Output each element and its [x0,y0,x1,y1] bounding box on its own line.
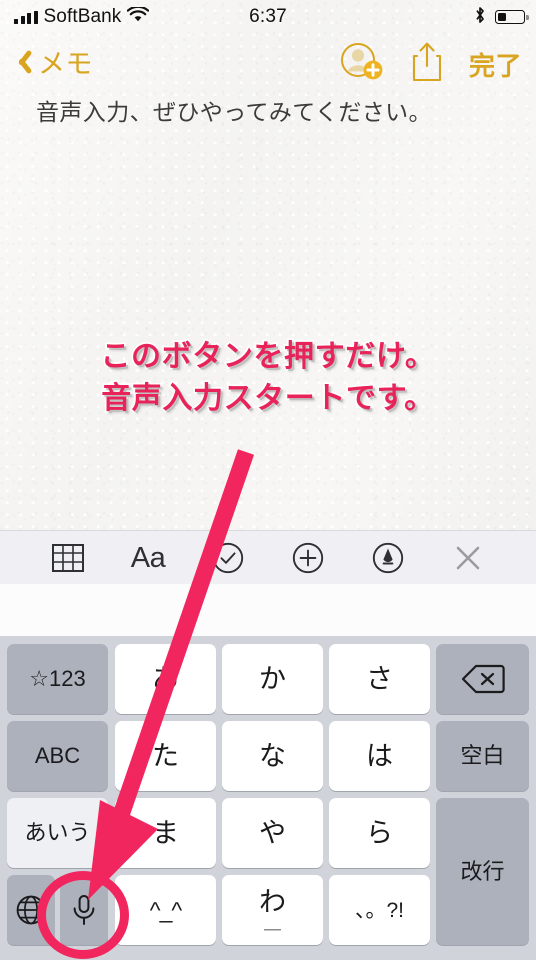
done-button[interactable]: 完了 [469,46,522,83]
key-ka[interactable]: か [222,644,323,714]
key-wa-stack: わ ＿ [259,887,286,932]
back-to-notes-button[interactable]: メモ [14,42,93,81]
note-body[interactable]: 音声入力、ぜひやってみてください。 [0,92,536,132]
navigation-bar: メモ 完了 [0,34,536,90]
key-ra[interactable]: ら [329,798,430,868]
key-space[interactable]: 空白 [436,721,529,791]
key-ta[interactable]: た [115,721,216,791]
key-kana-mode[interactable]: あいう [7,798,108,868]
key-abc[interactable]: ABC [7,721,108,791]
add-person-icon[interactable] [339,40,385,89]
chevron-left-icon [14,47,31,77]
status-bar-clock: 6:37 [249,6,287,27]
note-editor-toolbar: Aa [0,530,536,586]
status-bar: SoftBank 6:37 [0,0,536,34]
bluetooth-icon [474,6,486,29]
battery-icon [495,10,529,24]
add-attachment-icon[interactable] [285,535,331,581]
text-format-icon[interactable]: Aa [125,535,171,581]
key-na[interactable]: な [222,721,323,791]
markup-pen-icon[interactable] [365,535,411,581]
predictive-text-bar[interactable] [0,584,536,637]
key-delete[interactable] [436,644,529,714]
key-ma[interactable]: ま [115,798,216,868]
back-button-label: メモ [38,49,93,79]
share-icon[interactable] [411,41,443,88]
key-a[interactable]: あ [115,644,216,714]
table-icon[interactable] [45,535,91,581]
key-kaomoji[interactable]: ^_^ [115,875,216,945]
status-bar-right [474,6,529,29]
close-keyboard-icon[interactable] [445,535,491,581]
key-wa[interactable]: わ ＿ [222,875,323,945]
japanese-kana-keyboard: ☆123 あ か さ ABC た な は 空白 あいう ま や ら 改行 ^_^… [0,636,536,960]
delete-icon [461,664,505,694]
key-ha[interactable]: は [329,721,430,791]
key-sa[interactable]: さ [329,644,430,714]
key-numbers[interactable]: ☆123 [7,644,108,714]
navigation-bar-actions: 完了 [339,40,522,89]
text-format-label: Aa [130,541,166,574]
phone-screenshot: SoftBank 6:37 メモ 完了 音声入力、ぜひやってみてください。 この… [0,0,536,960]
key-ya[interactable]: や [222,798,323,868]
key-return[interactable]: 改行 [436,798,529,945]
note-text-line: 音声入力、ぜひやってみてください。 [36,99,432,125]
microphone-icon [73,895,95,925]
checklist-icon[interactable] [205,535,251,581]
key-punctuation[interactable]: 、。?! [329,875,430,945]
globe-icon [16,895,46,925]
key-globe[interactable] [7,875,55,945]
key-microphone[interactable] [60,875,108,945]
